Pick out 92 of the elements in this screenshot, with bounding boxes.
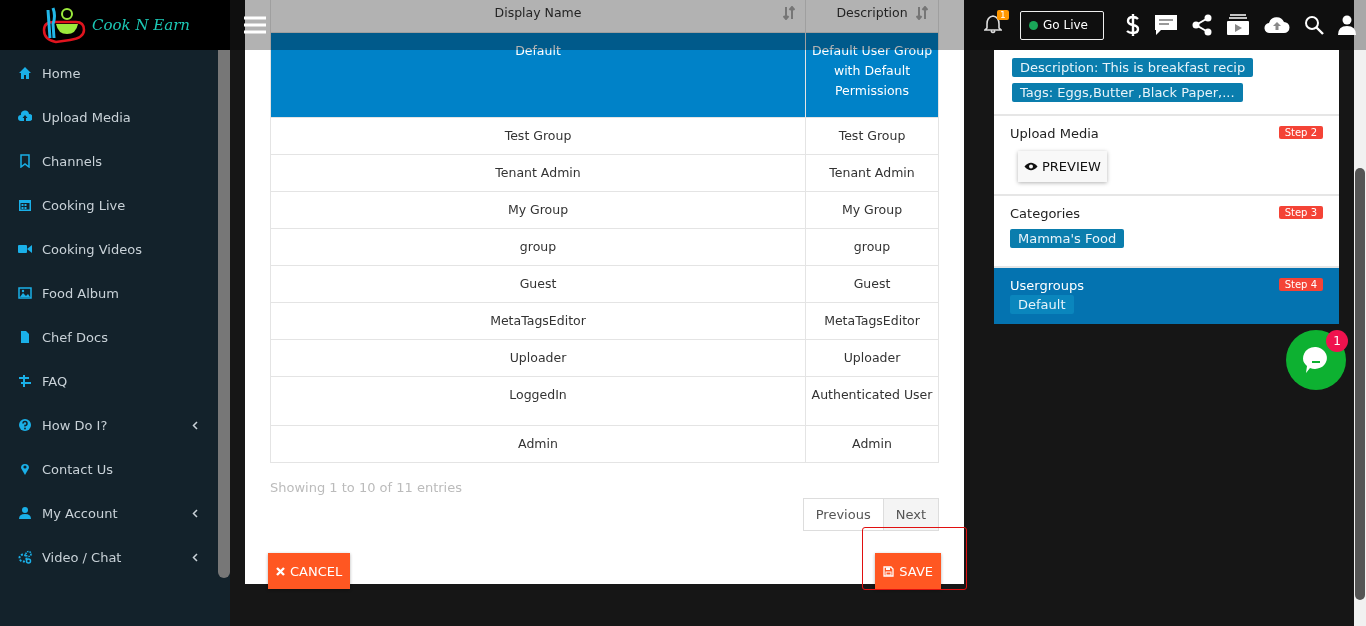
sidebar-item[interactable]: Cooking Videos: [0, 227, 218, 271]
menu-item-icon: [18, 154, 32, 168]
table-row[interactable]: My Group My Group: [270, 191, 939, 229]
menu-item-icon: [18, 66, 32, 80]
chat-bubble-button[interactable]: [1286, 330, 1346, 390]
menu-item-icon: [18, 550, 32, 564]
table-cell: Admin: [805, 425, 939, 463]
table-cell: Uploader: [805, 339, 939, 377]
table-row[interactable]: group group: [270, 228, 939, 266]
tag-chip: Mamma's Food: [1010, 229, 1125, 248]
step-title: Categories: [1010, 206, 1081, 221]
table-cell: MetaTagsEditor: [805, 302, 939, 340]
table-cell: Uploader: [270, 339, 806, 377]
sidebar-item[interactable]: Food Album: [0, 271, 218, 315]
menu-item-icon: [18, 110, 32, 124]
user-icon[interactable]: [1338, 15, 1356, 35]
step-badge: Step 4: [1278, 278, 1323, 291]
menu-item-icon: [18, 242, 32, 256]
step-badge: Step 2: [1278, 126, 1323, 139]
table-cell: Default User Group with Default Permissions: [805, 32, 939, 118]
menu-item-icon: [18, 462, 32, 476]
tag-chip: Tags: Eggs,Butter ,Black Paper,...: [1012, 83, 1243, 102]
table-cell: group: [805, 228, 939, 266]
search-icon[interactable]: [1304, 15, 1324, 35]
chat-badge: 1: [1326, 330, 1348, 352]
step-title: Upload Media: [1010, 126, 1099, 141]
close-icon: [276, 566, 285, 576]
notification-badge: 1: [997, 10, 1009, 20]
table-cell: Tenant Admin: [805, 154, 939, 192]
bell-icon[interactable]: [984, 14, 1002, 34]
sidebar-scrollbar[interactable]: [218, 50, 230, 578]
step-badge: Step 3: [1278, 206, 1323, 219]
table-cell: group: [270, 228, 806, 266]
table-cell: Tenant Admin: [270, 154, 806, 192]
cloud-upload-icon[interactable]: [1264, 16, 1290, 34]
sidebar-item[interactable]: My Account: [0, 491, 218, 535]
tag-chip: Default: [1010, 295, 1074, 314]
pagination-button[interactable]: Previous: [802, 498, 884, 531]
table-row[interactable]: LoggedIn Authenticated User: [270, 376, 939, 426]
table-cell: MetaTagsEditor: [270, 302, 806, 340]
step-card[interactable]: Usergroups Step 4 Default: [994, 268, 1339, 324]
video-playlist-icon[interactable]: [1226, 14, 1250, 36]
menu-item-icon: [18, 286, 32, 300]
sidebar-item[interactable]: Home: [0, 51, 218, 95]
sidebar-item[interactable]: Upload Media: [0, 95, 218, 139]
table-cell: Test Group: [270, 117, 806, 155]
preview-button[interactable]: PREVIEW: [1018, 151, 1107, 182]
dollar-icon[interactable]: [1126, 14, 1140, 36]
sidebar-item[interactable]: Channels: [0, 139, 218, 183]
step-card[interactable]: Upload Media Step 2 PREVIEW: [994, 116, 1339, 196]
table-row[interactable]: Admin Admin: [270, 425, 939, 463]
sidebar-item[interactable]: Video / Chat: [0, 535, 218, 579]
table-cell: Guest: [805, 265, 939, 303]
brand-name: Cook N Earn: [92, 16, 190, 34]
column-header[interactable]: Description: [805, 0, 939, 33]
table-cell: Guest: [270, 265, 806, 303]
tag-chip: Description: This is breakfast recip: [1012, 58, 1254, 77]
step-title: Usergroups: [1010, 278, 1084, 293]
table-cell: Authenticated User: [805, 376, 939, 426]
menu-item-icon: [18, 330, 32, 344]
page-scrollbar[interactable]: [1354, 0, 1366, 626]
sidebar-item[interactable]: FAQ: [0, 359, 218, 403]
table-cell: LoggedIn: [270, 376, 806, 426]
eye-icon: [1024, 162, 1038, 171]
go-live-button[interactable]: Go Live: [1020, 10, 1104, 40]
menu-item-icon: [18, 374, 32, 388]
chat-icon[interactable]: [1154, 14, 1178, 36]
table-row[interactable]: Tenant Admin Tenant Admin: [270, 154, 939, 192]
menu-item-icon: [18, 506, 32, 520]
share-icon[interactable]: [1192, 14, 1212, 36]
pagination-button[interactable]: Next: [883, 498, 939, 531]
menu-icon[interactable]: [244, 16, 266, 34]
table-row[interactable]: Uploader Uploader: [270, 339, 939, 377]
table-row[interactable]: Default Default User Group with Default Permissions: [270, 32, 939, 118]
sidebar-item[interactable]: Cooking Live: [0, 183, 218, 227]
table-cell: Test Group: [805, 117, 939, 155]
live-dot-icon: [1029, 20, 1038, 30]
entries-info: Showing 1 to 10 of 11 entries: [270, 480, 463, 495]
table-row[interactable]: Test Group Test Group: [270, 117, 939, 155]
menu-item-icon: [18, 418, 32, 432]
table-cell: Admin: [270, 425, 806, 463]
table-cell: My Group: [805, 191, 939, 229]
menu-item-icon: [18, 198, 32, 212]
sidebar-item[interactable]: How Do I?: [0, 403, 218, 447]
sidebar-item[interactable]: Contact Us: [0, 447, 218, 491]
table-row[interactable]: MetaTagsEditor MetaTagsEditor: [270, 302, 939, 340]
table-cell: My Group: [270, 191, 806, 229]
column-header[interactable]: Display Name: [270, 0, 806, 33]
sidebar-item[interactable]: Chef Docs: [0, 315, 218, 359]
table-row[interactable]: Guest Guest: [270, 265, 939, 303]
table-cell: Default: [270, 32, 806, 118]
scrollbar-thumb[interactable]: [1355, 168, 1365, 600]
